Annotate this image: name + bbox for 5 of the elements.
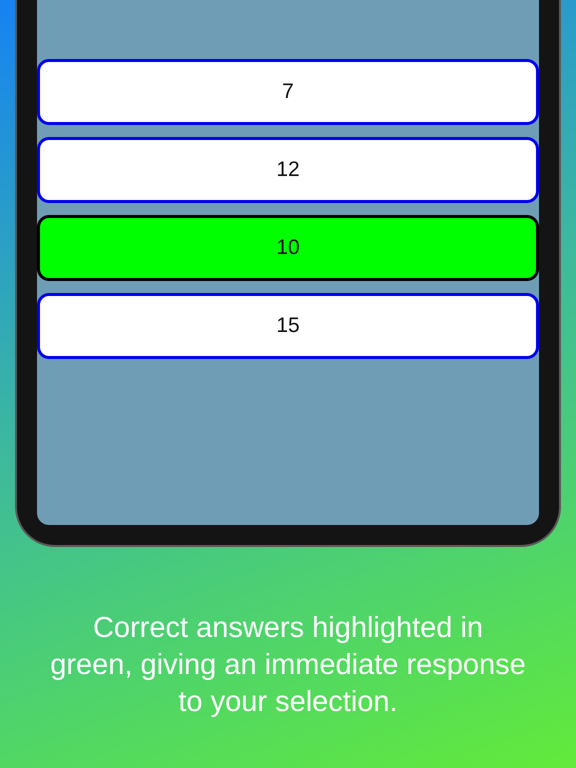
caption-text: Correct answers highlighted in green, giving an immediate response to your selection. (49, 611, 527, 720)
answer-button[interactable]: 7 (37, 59, 539, 125)
answer-button[interactable]: 12 (37, 137, 539, 203)
answer-button[interactable]: 15 (37, 293, 539, 359)
answer-button[interactable]: 10 (37, 215, 539, 281)
